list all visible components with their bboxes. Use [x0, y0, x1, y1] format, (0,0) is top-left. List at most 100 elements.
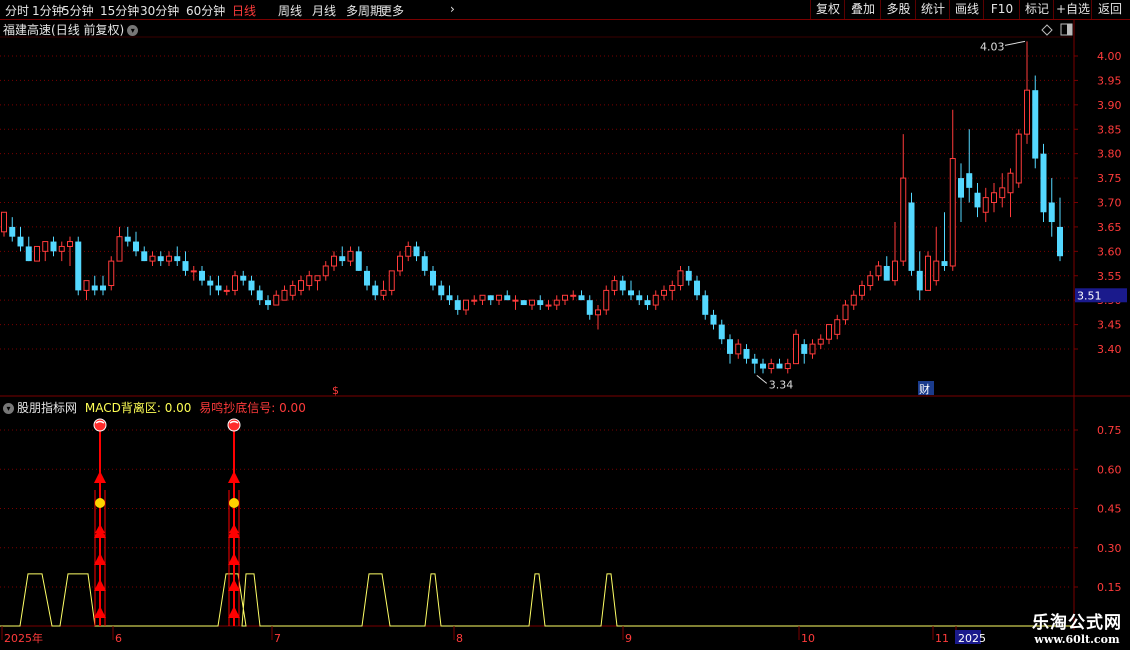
candle-body-down: [355, 251, 362, 271]
indicator-tick-label: 0.30: [1097, 542, 1122, 555]
candle-body-down: [240, 275, 247, 281]
candle-body-up: [553, 299, 560, 306]
toolbar-button-0[interactable]: 复权: [810, 0, 845, 19]
indicator-tick-label: 0.15: [1097, 581, 1122, 594]
candle-body-down: [454, 300, 461, 310]
red-up-arrow-icon: [94, 579, 106, 591]
candle-body-down: [727, 339, 733, 354]
period-tab-1[interactable]: 1分钟: [32, 2, 64, 19]
candle-body-up: [281, 289, 288, 301]
price-tick-label: 3.90: [1097, 99, 1122, 112]
candle-body-up: [471, 299, 478, 302]
candle-body-up: [331, 255, 337, 267]
price-tick-label: 3.75: [1097, 172, 1122, 185]
top-toolbar: 分时 1分钟 5分钟 15分钟 30分钟 60分钟 日线 周线 月线 多周期 更多 › 复权 叠加 多股…: [0, 0, 1130, 20]
period-tab-7[interactable]: 周线: [278, 2, 302, 19]
period-tab-8[interactable]: 月线: [312, 2, 336, 19]
toolbar-button-5[interactable]: F10: [983, 0, 1020, 19]
candle-body-up: [999, 187, 1006, 199]
candle-body-up: [397, 255, 403, 272]
candle-body-down: [339, 256, 346, 262]
candle-body-down: [446, 295, 453, 301]
candle-body-up: [166, 255, 172, 262]
period-tab-2[interactable]: 5分钟: [62, 2, 94, 19]
red-up-arrow-icon: [228, 471, 240, 483]
candle-body-down: [430, 270, 436, 286]
period-tab-5[interactable]: 60分钟: [186, 2, 225, 19]
candle-body-up: [842, 304, 849, 321]
candle-body-up: [314, 275, 321, 282]
time-axis-label: 8: [456, 632, 463, 645]
period-tab-10[interactable]: 更多: [380, 2, 404, 19]
candle-body-down: [941, 261, 948, 266]
toolbar-button-1[interactable]: 叠加: [844, 0, 881, 19]
candle-body-up: [949, 158, 956, 267]
toolbar-button-7[interactable]: +自选: [1053, 0, 1092, 19]
candle-body-up: [347, 250, 354, 262]
candle-body-down: [372, 285, 379, 296]
candle-body-up: [859, 285, 865, 296]
period-tab-0[interactable]: 分时: [5, 2, 29, 19]
red-up-arrow-icon: [228, 579, 240, 591]
indicator-source: 股朋指标网: [17, 401, 78, 415]
candle-body-down: [974, 192, 981, 208]
toolbar-button-2[interactable]: 多股: [880, 0, 916, 19]
period-tab-9[interactable]: 多周期: [346, 2, 382, 19]
period-tab-6[interactable]: 日线: [232, 2, 256, 19]
more-chevron-icon[interactable]: ›: [450, 2, 455, 16]
candle-body-up: [306, 275, 313, 287]
signal-line: [0, 573, 1072, 627]
toolbar-button-3[interactable]: 统计: [915, 0, 950, 19]
candle-body-up: [603, 289, 610, 311]
toolbar-button-6[interactable]: 标记: [1019, 0, 1054, 19]
chart-title: 福建高速(日线 前复权) ▾: [3, 21, 139, 38]
finance-marker-box: [918, 381, 934, 395]
candle-body-up: [991, 192, 997, 204]
price-tick-label: 3.65: [1097, 221, 1122, 234]
candle-body-down: [718, 324, 725, 340]
red-up-arrow-icon: [94, 526, 106, 538]
candle-body-down: [966, 173, 973, 188]
candle-body-down: [1040, 153, 1047, 213]
candle-body-down: [751, 358, 758, 364]
low-marker-line: [756, 375, 768, 384]
kline-chart: 4.00 3.95 3.90 3.85 3.80 3.75 3.70 3.65 3.60 3.55…: [0, 20, 1130, 645]
candle-body-up: [405, 245, 412, 257]
indicator-chevron-icon[interactable]: ▾: [3, 403, 14, 414]
toolbar-button-8[interactable]: 返回: [1091, 0, 1128, 19]
high-price-label: 4.03: [980, 40, 1005, 53]
candle-body-down: [199, 270, 205, 281]
candle-body-down: [100, 285, 106, 291]
red-up-arrow-icon: [229, 524, 239, 533]
period-tab-3[interactable]: 15分钟: [100, 2, 139, 19]
candle-body-up: [982, 197, 989, 213]
candle-body-down: [421, 256, 428, 271]
candle-body-up: [735, 343, 742, 355]
price-tick-label: 3.80: [1097, 148, 1122, 161]
candle-body-up: [1, 211, 7, 233]
candle-body-down: [801, 344, 808, 354]
candle-body-up: [512, 299, 519, 302]
candle-body-down: [364, 270, 370, 286]
candle-body-down: [685, 270, 692, 281]
candle-body-down: [628, 290, 634, 296]
candle-body-down: [124, 236, 131, 242]
signal-ball-icon: [93, 418, 107, 432]
watermark-name: 乐淘公式网: [1032, 613, 1122, 633]
period-tab-4[interactable]: 30分钟: [140, 2, 179, 19]
toolbar-button-4[interactable]: 画线: [949, 0, 984, 19]
diamond-icon[interactable]: [1041, 24, 1053, 36]
red-up-arrow-icon: [228, 606, 240, 618]
candle-body-up: [900, 177, 907, 262]
chevron-down-icon[interactable]: ▾: [127, 25, 139, 36]
chart-mode: (日线 前复权): [51, 23, 125, 37]
signal-value: 0.00: [279, 401, 306, 415]
candle-body-up: [545, 304, 552, 307]
candle-body-up: [463, 299, 469, 311]
price-tick-label: 3.50: [1097, 294, 1122, 307]
time-axis-label: 2025年: [4, 631, 43, 645]
candle-body-up: [826, 324, 832, 340]
red-up-arrow-icon: [95, 524, 105, 533]
candle-body-down: [710, 314, 717, 325]
candle-body-down: [702, 295, 709, 315]
